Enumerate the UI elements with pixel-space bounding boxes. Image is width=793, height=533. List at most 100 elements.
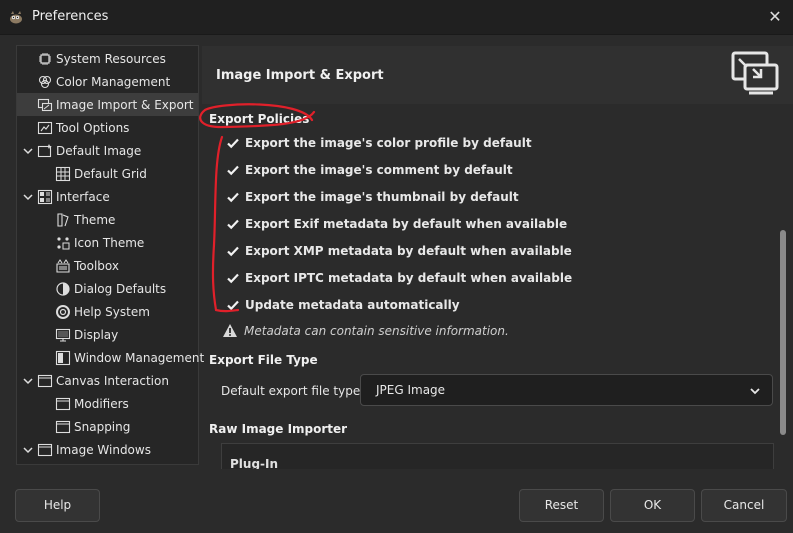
checkbox-label: Export XMP metadata by default when avai… (245, 244, 572, 258)
cancel-button[interactable]: Cancel (701, 489, 787, 522)
reset-button[interactable]: Reset (519, 489, 604, 522)
checkmark-icon[interactable] (226, 190, 240, 204)
sidebar-item-label: Display (74, 327, 119, 342)
warning-text: Metadata can contain sensitive informati… (244, 323, 509, 338)
chip-icon (37, 51, 53, 67)
export-file-type-title: Export File Type (209, 353, 318, 367)
sidebar-item-tool-options[interactable]: Tool Options (17, 116, 198, 139)
checkbox-export-exif[interactable]: Export Exif metadata by default when ava… (226, 214, 567, 234)
checkbox-label: Export the image's comment by default (245, 163, 513, 177)
sidebar-item-image-import-export[interactable]: Image Import & Export (17, 93, 198, 116)
checkbox-export-color-profile[interactable]: Export the image's color profile by defa… (226, 133, 532, 153)
checkbox-export-xmp[interactable]: Export XMP metadata by default when avai… (226, 241, 572, 261)
help-system-icon (55, 304, 71, 320)
close-window-button[interactable]: ✕ (763, 5, 787, 29)
sidebar-item-system-resources[interactable]: System Resources (17, 47, 198, 70)
ok-button[interactable]: OK (610, 489, 695, 522)
sidebar-item-label: Image Import & Export (56, 97, 194, 112)
sidebar-item-label: Color Management (56, 74, 171, 89)
checkbox-label: Update metadata automatically (245, 298, 460, 312)
page-title: Image Import & Export (216, 68, 384, 83)
sidebar-item-label: Toolbox (74, 258, 119, 273)
sidebar-item-modifiers[interactable]: Modifiers (17, 392, 198, 415)
sidebar-item-default-image[interactable]: Default Image (17, 139, 198, 162)
plugin-column-header: Plug-In (230, 457, 279, 469)
icon-theme-icon (55, 235, 71, 251)
sidebar-item-icon-theme[interactable]: Icon Theme (17, 231, 198, 254)
dialog-defaults-icon (55, 281, 71, 297)
sidebar-item-dialog-defaults[interactable]: Dialog Defaults (17, 277, 198, 300)
sidebar-item-snapping[interactable]: Snapping (17, 415, 198, 438)
import-export-large-icon (731, 51, 779, 95)
theme-icon (55, 212, 71, 228)
sidebar-item-label: Window Management (74, 350, 205, 365)
preferences-sidebar: System Resources Color Management Image … (16, 45, 204, 465)
image-windows-icon (37, 442, 53, 458)
sidebar-item-label: Default Image (56, 143, 142, 158)
help-button[interactable]: Help (15, 489, 100, 522)
checkbox-export-iptc[interactable]: Export IPTC metadata by default when ava… (226, 268, 572, 288)
chevron-down-icon[interactable] (21, 374, 35, 388)
sidebar-item-label: Modifiers (74, 396, 129, 411)
sidebar-item-interface[interactable]: Interface (17, 185, 198, 208)
page-header: Image Import & Export (202, 46, 793, 104)
export-file-type-dropdown[interactable]: JPEG Image (360, 374, 773, 406)
interface-icon (37, 189, 53, 205)
canvas-interaction-icon (37, 373, 53, 389)
warning-icon (223, 324, 237, 337)
checkmark-icon[interactable] (226, 271, 240, 285)
sidebar-item-label: System Resources (56, 51, 166, 66)
modifiers-icon (55, 396, 71, 412)
export-policies-title: Export Policies (209, 112, 310, 126)
checkbox-export-comment[interactable]: Export the image's comment by default (226, 160, 513, 180)
sidebar-item-toolbox[interactable]: Toolbox (17, 254, 198, 277)
sidebar-item-canvas-interaction[interactable]: Canvas Interaction (17, 369, 198, 392)
scrollbar-thumb[interactable] (780, 230, 786, 435)
raw-importer-box[interactable]: Plug-In (221, 443, 774, 469)
checkmark-icon[interactable] (226, 136, 240, 150)
sidebar-item-label: Snapping (74, 419, 131, 434)
sidebar-item-display[interactable]: Display (17, 323, 198, 346)
settings-content: Export Policies Export the image's color… (202, 104, 774, 469)
sidebar-item-theme[interactable]: Theme (17, 208, 198, 231)
chevron-down-icon (750, 388, 760, 395)
gimp-wilber-icon (10, 11, 22, 24)
checkmark-icon[interactable] (226, 244, 240, 258)
content-scrollbar[interactable] (776, 110, 790, 468)
checkbox-label: Export Exif metadata by default when ava… (245, 217, 568, 231)
sidebar-item-default-grid[interactable]: Default Grid (17, 162, 198, 185)
checkbox-label: Export IPTC metadata by default when ava… (245, 271, 573, 285)
color-management-icon (37, 74, 53, 90)
dropdown-value: JPEG Image (376, 383, 446, 397)
sidebar-item-image-windows[interactable]: Image Windows (17, 438, 198, 461)
snapping-icon (55, 419, 71, 435)
sidebar-item-label: Dialog Defaults (74, 281, 167, 296)
toolbox-icon (55, 258, 71, 274)
checkbox-label: Export the image's thumbnail by default (245, 190, 519, 204)
grid-icon (55, 166, 71, 182)
chevron-down-icon[interactable] (21, 190, 35, 204)
sidebar-item-label: Canvas Interaction (56, 373, 169, 388)
sidebar-item-label: Tool Options (56, 120, 130, 135)
sidebar-item-label: Icon Theme (74, 235, 145, 250)
chevron-down-icon[interactable] (21, 443, 35, 457)
sidebar-item-label: Interface (56, 189, 110, 204)
sidebar-item-label: Theme (74, 212, 116, 227)
window-title: Preferences (32, 9, 109, 24)
import-export-icon (37, 97, 53, 113)
sidebar-item-label: Default Grid (74, 166, 147, 181)
sidebar-item-help-system[interactable]: Help System (17, 300, 198, 323)
display-icon (55, 327, 71, 343)
checkmark-icon[interactable] (226, 163, 240, 177)
checkbox-export-thumbnail[interactable]: Export the image's thumbnail by default (226, 187, 519, 207)
chevron-down-icon[interactable] (21, 144, 35, 158)
sidebar-item-window-management[interactable]: Window Management (17, 346, 204, 369)
checkbox-label: Export the image's color profile by defa… (245, 136, 532, 150)
sidebar-item-color-management[interactable]: Color Management (17, 70, 198, 93)
checkmark-icon[interactable] (226, 298, 240, 312)
metadata-warning: Metadata can contain sensitive informati… (222, 323, 509, 338)
checkbox-update-metadata[interactable]: Update metadata automatically (226, 295, 460, 315)
sidebar-item-label: Help System (74, 304, 150, 319)
sidebar-item-label: Image Windows (56, 442, 151, 457)
checkmark-icon[interactable] (226, 217, 240, 231)
